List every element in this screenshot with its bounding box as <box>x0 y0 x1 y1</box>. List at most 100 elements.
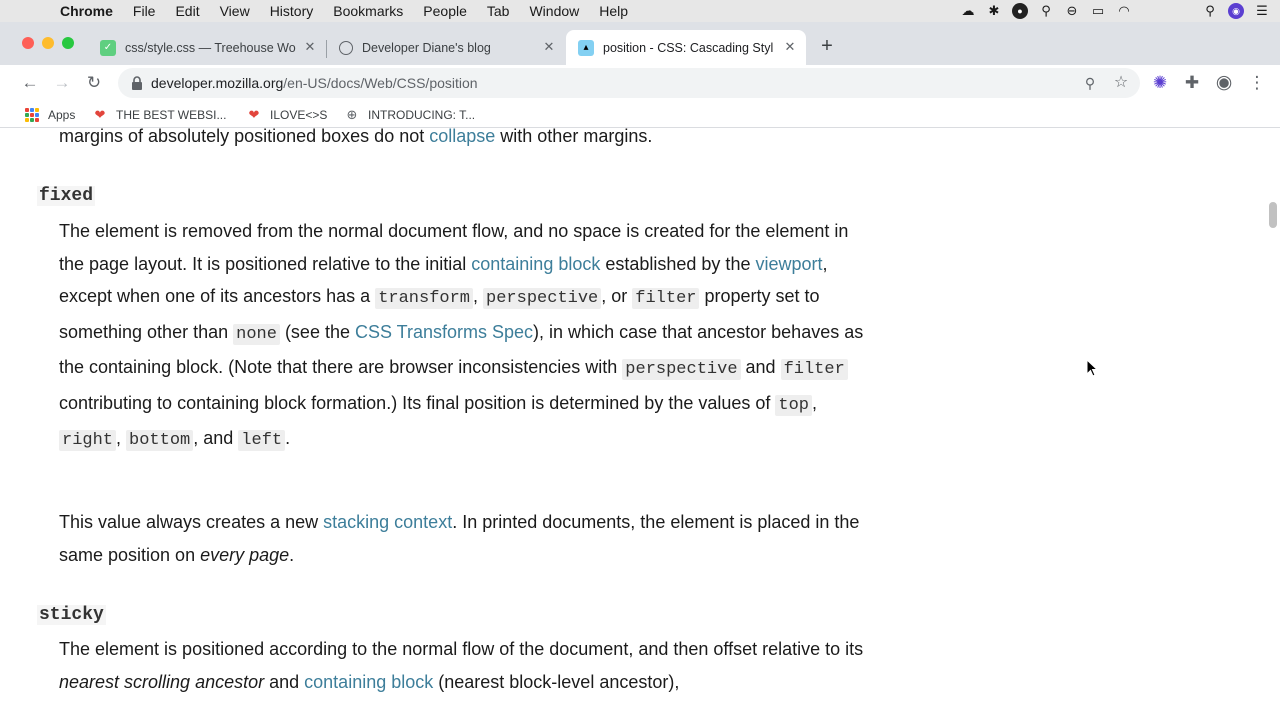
text: and <box>740 357 781 377</box>
text: with other margins. <box>495 128 653 146</box>
fixed-stacking-paragraph: This value always creates a new stacking… <box>59 506 869 571</box>
status-dot-icon[interactable]: ● <box>1012 3 1028 19</box>
spotlight-search-icon[interactable]: ⚲ <box>1202 3 1218 19</box>
mdn-icon: ▴ <box>578 39 594 56</box>
bookmark-apps[interactable]: Apps <box>24 106 75 123</box>
tab-mdn-position[interactable]: ▴ position - CSS: Cascading Styl ✕ <box>566 30 806 65</box>
close-icon[interactable]: ✕ <box>541 39 557 55</box>
close-icon[interactable]: ✕ <box>782 39 798 55</box>
tab-strip: ✓ css/style.css — Treehouse Wo ✕ Develop… <box>0 22 1280 65</box>
menu-people[interactable]: People <box>423 3 467 19</box>
page-content[interactable]: margins of absolutely positioned boxes d… <box>0 128 1280 720</box>
creative-cloud-icon[interactable]: ☁ <box>960 3 976 19</box>
text: established by the <box>600 253 756 274</box>
menu-tab[interactable]: Tab <box>487 3 510 19</box>
code-right: right <box>59 430 117 451</box>
tab-treehouse[interactable]: ✓ css/style.css — Treehouse Wo ✕ <box>88 30 326 65</box>
forward-arrow-icon[interactable]: → <box>52 73 72 93</box>
tab-title: Developer Diane's blog <box>362 40 491 55</box>
code-top: top <box>775 394 812 416</box>
fixed-description-paragraph: The element is removed from the normal d… <box>59 215 869 458</box>
menu-file[interactable]: File <box>133 3 156 19</box>
do-not-disturb-icon[interactable]: ⊖ <box>1064 3 1080 19</box>
text: , <box>812 392 818 413</box>
globe-icon <box>339 40 353 55</box>
gear-icon[interactable]: ✱ <box>986 3 1002 19</box>
bookmark-introducing[interactable]: ⊕ INTRODUCING: T... <box>344 106 476 123</box>
collapse-link[interactable]: collapse <box>429 128 495 146</box>
reload-icon[interactable]: ↻ <box>84 73 104 93</box>
viewport-link[interactable]: viewport <box>755 254 822 274</box>
code-perspective: perspective <box>483 288 602 309</box>
menu-view[interactable]: View <box>220 3 250 19</box>
chrome-menu-icon[interactable]: ⋮ <box>1247 73 1267 93</box>
text: (nearest block-level ancestor), <box>433 671 680 692</box>
magnifier-icon[interactable]: ⚲ <box>1038 3 1054 19</box>
sticky-description-paragraph: The element is positioned according to t… <box>59 633 869 698</box>
extension-sunburst-icon[interactable]: ✺ <box>1150 73 1170 93</box>
profile-avatar-icon[interactable]: ◉ <box>1214 73 1234 93</box>
url-domain: developer.mozilla.org <box>151 75 284 91</box>
minimize-window-button[interactable] <box>42 37 54 49</box>
absolute-tail-paragraph: margins of absolutely positioned boxes d… <box>59 128 869 153</box>
text: . <box>289 544 295 565</box>
bookmarks-bar: Apps ❤ THE BEST WEBSI... ❤ ILOVE<>S ⊕ IN… <box>0 101 1280 128</box>
text: , or <box>601 286 633 306</box>
bookmark-best-websites[interactable]: ❤ THE BEST WEBSI... <box>92 106 227 123</box>
globe-icon: ⊕ <box>346 106 358 122</box>
new-tab-button[interactable]: + <box>817 36 837 56</box>
containing-block-link[interactable]: containing block <box>304 672 433 692</box>
emphasis-every-page: every page <box>200 544 290 565</box>
text: , and <box>193 428 239 448</box>
extensions-puzzle-icon[interactable]: ✚ <box>1182 73 1202 93</box>
browser-toolbar: ← → ↻ developer.mozilla.org/en-US/docs/W… <box>0 65 1280 101</box>
page-scrollbar-thumb[interactable] <box>1269 202 1277 228</box>
siri-icon[interactable]: ◉ <box>1228 3 1244 19</box>
menu-edit[interactable]: Edit <box>175 3 199 19</box>
menu-help[interactable]: Help <box>599 3 628 19</box>
back-arrow-icon[interactable]: ← <box>20 73 40 93</box>
css-transforms-spec-link[interactable]: CSS Transforms Spec <box>355 322 533 342</box>
containing-block-link[interactable]: containing block <box>471 254 600 274</box>
zoom-window-button[interactable] <box>62 37 74 49</box>
code-perspective: perspective <box>622 359 741 380</box>
bookmark-label: Apps <box>48 107 76 122</box>
text: , <box>473 286 484 306</box>
menu-bookmarks[interactable]: Bookmarks <box>333 3 403 19</box>
treehouse-icon: ✓ <box>100 39 116 56</box>
url-text: developer.mozilla.org/en-US/docs/Web/CSS… <box>151 75 478 91</box>
close-icon[interactable]: ✕ <box>302 39 318 55</box>
menu-window[interactable]: Window <box>529 3 579 19</box>
control-center-icon[interactable]: ☰ <box>1254 3 1270 19</box>
address-bar[interactable]: developer.mozilla.org/en-US/docs/Web/CSS… <box>118 68 1140 98</box>
text: . <box>285 428 291 448</box>
text: and <box>264 671 305 692</box>
apps-grid-icon <box>24 107 40 123</box>
tab-developer-diane[interactable]: Developer Diane's blog ✕ <box>327 30 565 65</box>
tab-title: position - CSS: Cascading Styl <box>603 40 774 55</box>
stacking-context-link[interactable]: stacking context <box>323 512 452 532</box>
mouse-cursor-icon <box>1086 359 1098 377</box>
menu-app-name[interactable]: Chrome <box>60 3 113 19</box>
text: (see the <box>279 321 355 342</box>
heart-eyes-icon: ❤ <box>94 106 106 122</box>
zoom-icon[interactable]: ⚲ <box>1080 73 1100 93</box>
menu-extras: ☁ ✱ ● ⚲ ⊖ ▭ ◠ ⚲ ◉ ☰ <box>960 0 1280 22</box>
code-filter: filter <box>632 288 700 309</box>
mac-menu-bar: Chrome File Edit View History Bookmarks … <box>0 0 1280 22</box>
text: The element is positioned according to t… <box>59 639 864 659</box>
code-transform: transform <box>375 288 474 309</box>
bookmark-star-icon[interactable]: ☆ <box>1111 73 1131 93</box>
bookmark-ilove[interactable]: ❤ ILOVE<>S <box>246 106 328 123</box>
wifi-icon[interactable]: ◠ <box>1116 3 1132 19</box>
text: margins of absolutely positioned boxes d… <box>59 128 430 146</box>
url-path: /en-US/docs/Web/CSS/position <box>283 75 478 91</box>
menu-history[interactable]: History <box>270 3 314 19</box>
code-left: left <box>238 430 286 451</box>
airplay-icon[interactable]: ▭ <box>1090 3 1106 19</box>
emphasis-nearest-scrolling-ancestor: nearest scrolling ancestor <box>59 671 265 692</box>
code-bottom: bottom <box>126 430 194 451</box>
bookmark-label: THE BEST WEBSI... <box>116 107 227 122</box>
bookmark-label: INTRODUCING: T... <box>368 107 476 122</box>
close-window-button[interactable] <box>22 37 34 49</box>
